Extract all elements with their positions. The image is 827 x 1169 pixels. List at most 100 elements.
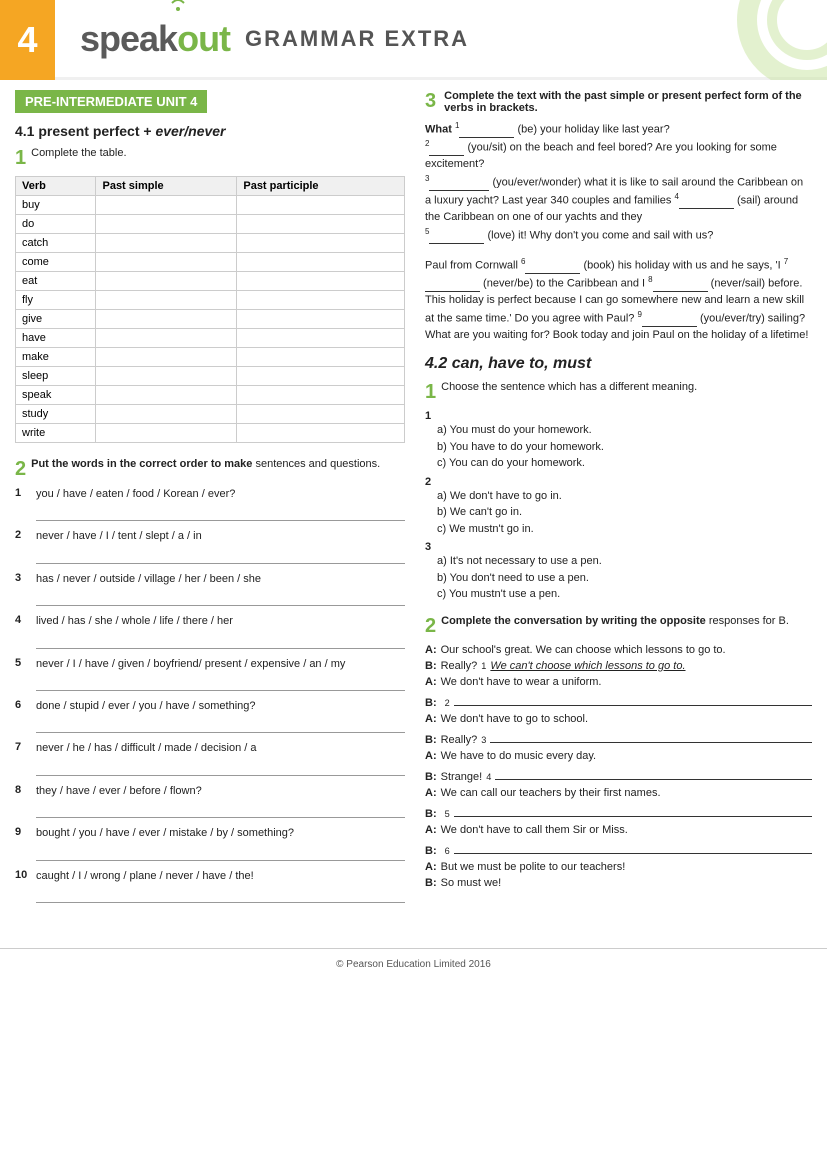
past-simple-col bbox=[96, 386, 237, 405]
answer-line bbox=[36, 760, 405, 776]
convo-line: B: 6 bbox=[425, 840, 812, 857]
choose-num: 2 bbox=[425, 476, 431, 488]
item-content: never / have / I / tent / slept / a / in bbox=[36, 529, 405, 563]
past-simple-col bbox=[96, 348, 237, 367]
past-participle-col bbox=[237, 272, 405, 291]
table-row: catch bbox=[16, 234, 405, 253]
section-41-title: 4.1 present perfect + ever/never bbox=[15, 123, 405, 139]
conversation-blank bbox=[454, 840, 812, 854]
ex42-1-instruction: Choose the sentence which has a differen… bbox=[441, 381, 812, 393]
past-participle-col bbox=[237, 310, 405, 329]
speaker-a: A: bbox=[425, 644, 437, 656]
item-text: lived / has / she / whole / life / there… bbox=[36, 615, 233, 627]
blank-4 bbox=[679, 195, 734, 209]
option-c: c) We mustn't go in. bbox=[437, 521, 812, 538]
exercise-1-header: 1 Complete the table. bbox=[15, 147, 405, 170]
ex3-instruction: Complete the text with the past simple o… bbox=[444, 90, 812, 114]
convo-line: A: But we must be polite to our teachers… bbox=[425, 861, 812, 873]
choose-num: 1 bbox=[425, 410, 431, 422]
item-number: 10 bbox=[15, 869, 31, 903]
convo-line: B: 2 bbox=[425, 692, 812, 709]
blank-1 bbox=[459, 124, 514, 138]
list-item: 6 done / stupid / ever / you / have / so… bbox=[15, 699, 405, 733]
exercise-42-2-header: 2 Complete the conversation by writing t… bbox=[425, 615, 812, 638]
past-simple-col bbox=[96, 272, 237, 291]
choose-options: a) You must do your homework. b) You hav… bbox=[437, 422, 812, 472]
list-item: 7 never / he / has / difficult / made / … bbox=[15, 741, 405, 775]
table-row: write bbox=[16, 424, 405, 443]
what-label: What bbox=[425, 124, 452, 136]
choose-item: 2 a) We don't have to go in. b) We can't… bbox=[425, 476, 812, 538]
speaker-a: A: bbox=[425, 861, 437, 873]
verb-col: give bbox=[16, 310, 96, 329]
verb-col: make bbox=[16, 348, 96, 367]
past-participle-col bbox=[237, 196, 405, 215]
passage-text: What 1 (be) your holiday like last year?… bbox=[425, 120, 812, 244]
list-item: 3 has / never / outside / village / her … bbox=[15, 572, 405, 606]
past-participle-col bbox=[237, 291, 405, 310]
passage-text-2: Paul from Cornwall 6 (book) his holiday … bbox=[425, 256, 812, 343]
verb-col: study bbox=[16, 405, 96, 424]
convo-line: A: We can call our teachers by their fir… bbox=[425, 787, 812, 799]
blank-3 bbox=[429, 177, 489, 191]
past-simple-col bbox=[96, 329, 237, 348]
item-number: 3 bbox=[15, 572, 31, 606]
item-number: 2 bbox=[15, 529, 31, 563]
past-participle-col bbox=[237, 367, 405, 386]
ex42-2-instruction: Complete the conversation by writing the… bbox=[441, 615, 812, 627]
logo-area: speak out GRAMMAR EXTRA bbox=[80, 18, 469, 60]
blank-8 bbox=[653, 278, 708, 292]
speaker-a-text: We can call our teachers by their first … bbox=[441, 787, 661, 799]
convo-line: B: Really? 3 bbox=[425, 729, 812, 746]
item-number: 8 bbox=[15, 784, 31, 818]
verb-col: eat bbox=[16, 272, 96, 291]
table-row: speak bbox=[16, 386, 405, 405]
table-row: fly bbox=[16, 291, 405, 310]
item-text: bought / you / have / ever / mistake / b… bbox=[36, 827, 294, 839]
speaker-b-text: So must we! bbox=[441, 877, 502, 889]
speaker-a: A: bbox=[425, 676, 437, 688]
vocabulary-table: Verb Past simple Past participle buydoca… bbox=[15, 176, 405, 443]
past-participle-col bbox=[237, 405, 405, 424]
convo-line: A: We don't have to go to school. bbox=[425, 713, 812, 725]
sup: 4 bbox=[486, 772, 491, 782]
convo-line: A: We don't have to wear a uniform. bbox=[425, 676, 812, 688]
convo-line: B: Strange! 4 bbox=[425, 766, 812, 783]
verb-col: buy bbox=[16, 196, 96, 215]
footer: © Pearson Education Limited 2016 bbox=[0, 948, 827, 980]
list-item: 9 bought / you / have / ever / mistake /… bbox=[15, 826, 405, 860]
sentence-list: 1 you / have / eaten / food / Korean / e… bbox=[15, 487, 405, 903]
choose-num: 3 bbox=[425, 541, 431, 553]
col-verb: Verb bbox=[16, 177, 96, 196]
item-number: 9 bbox=[15, 826, 31, 860]
item-text: caught / I / wrong / plane / never / hav… bbox=[36, 870, 254, 882]
table-row: come bbox=[16, 253, 405, 272]
option-b: b) You have to do your homework. bbox=[437, 439, 812, 456]
past-simple-col bbox=[96, 234, 237, 253]
decoration-svg bbox=[707, 0, 827, 80]
choose-item: 3 a) It's not necessary to use a pen. b)… bbox=[425, 541, 812, 603]
list-item: 1 you / have / eaten / food / Korean / e… bbox=[15, 487, 405, 521]
header: 4 speak out GRAMMAR EXTRA bbox=[0, 0, 827, 80]
ex2-instruction: Put the words in the correct order to ma… bbox=[31, 458, 405, 470]
item-content: never / he / has / difficult / made / de… bbox=[36, 741, 405, 775]
wifi-icon: out bbox=[177, 18, 230, 60]
item-number: 4 bbox=[15, 614, 31, 648]
past-simple-col bbox=[96, 253, 237, 272]
option-a: a) We don't have to go in. bbox=[437, 488, 812, 505]
blank-9 bbox=[642, 313, 697, 327]
item-text: has / never / outside / village / her / … bbox=[36, 573, 261, 585]
item-text: they / have / ever / before / flown? bbox=[36, 785, 202, 797]
item-content: they / have / ever / before / flown? bbox=[36, 784, 405, 818]
sup: 3 bbox=[481, 735, 486, 745]
table-row: give bbox=[16, 310, 405, 329]
vocabulary-body: buydocatchcomeeatflygivehavemakesleepspe… bbox=[16, 196, 405, 443]
list-item: 10 caught / I / wrong / plane / never / … bbox=[15, 869, 405, 903]
table-row: make bbox=[16, 348, 405, 367]
past-simple-col bbox=[96, 367, 237, 386]
speaker-a-text: We have to do music every day. bbox=[441, 750, 597, 762]
answer-line bbox=[36, 505, 405, 521]
speaker-a-text: We don't have to go to school. bbox=[441, 713, 588, 725]
answer-line bbox=[36, 802, 405, 818]
past-simple-col bbox=[96, 424, 237, 443]
